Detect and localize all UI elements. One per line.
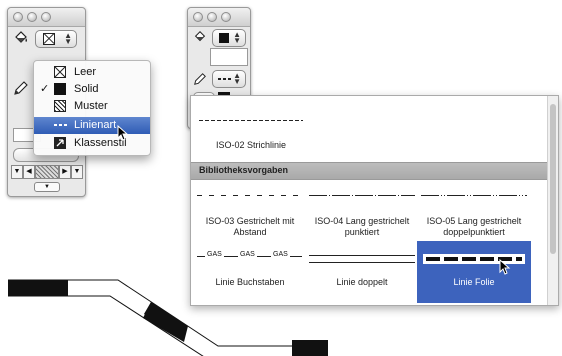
updown-arrows-icon: ▲ ▼	[233, 30, 241, 45]
line-segment	[197, 256, 205, 257]
previous-icon[interactable]: ◀	[23, 165, 35, 179]
fill-style-menu: Leer ✓ Solid Muster Linienart Klassensti…	[33, 60, 151, 156]
pencil-icon	[14, 81, 28, 95]
menu-item-label: Leer	[74, 66, 97, 78]
line-sample-iso04[interactable]	[309, 195, 415, 196]
class-style-icon	[54, 137, 66, 149]
line-label-iso03: ISO-03 Gestrichelt mit Abstand	[197, 216, 303, 238]
solid-fill-swatch-icon	[219, 33, 229, 43]
stepper-down-button[interactable]: ▼	[11, 165, 23, 179]
line-label-folie: Linie Folie	[453, 277, 495, 287]
line-style-popup[interactable]: ▲ ▼	[212, 70, 246, 88]
fill-style-popup[interactable]: ▲ ▼	[35, 30, 77, 48]
label-line-2: doppelpunktiert	[443, 227, 505, 237]
menu-item-linienart[interactable]: Linienart	[34, 117, 150, 134]
palette-titlebar[interactable]	[188, 8, 250, 27]
mouse-cursor-icon	[499, 259, 511, 275]
updown-arrows-icon: ▲ ▼	[233, 71, 241, 86]
menu-item-label: Solid	[74, 83, 99, 95]
menu-item-muster[interactable]: Muster	[34, 98, 150, 115]
opacity-controls: ▼ ◀ ▶ ▼	[11, 165, 83, 179]
fill-color-well[interactable]	[210, 48, 248, 66]
menu-item-label: Linienart	[74, 119, 117, 131]
vertical-scrollbar[interactable]	[547, 96, 558, 305]
minimize-button[interactable]	[27, 12, 37, 22]
scrollbar-thumb[interactable]	[550, 104, 556, 254]
foil-segment-4	[292, 340, 328, 356]
gas-text-1: GAS	[207, 251, 222, 258]
pattern-icon[interactable]	[35, 165, 59, 179]
menu-item-label: Muster	[74, 100, 108, 112]
line-label-iso04: ISO-04 Lang gestrichelt punktiert	[309, 216, 415, 238]
label-line-2: punktiert	[344, 227, 380, 237]
line-sample-iso03[interactable]	[197, 195, 303, 196]
empty-box-icon	[54, 66, 66, 78]
menu-item-solid[interactable]: ✓ Solid	[34, 81, 150, 98]
line-segment	[257, 256, 271, 257]
section-header: Bibliotheksvorgaben	[191, 162, 548, 180]
line-tile-folie-selected[interactable]: Linie Folie	[417, 241, 531, 303]
foil-segment-1	[8, 280, 68, 296]
line-segment	[290, 256, 302, 257]
next-icon[interactable]: ▶	[59, 165, 71, 179]
line-sample-iso05[interactable]	[421, 195, 527, 196]
gas-text-3: GAS	[273, 251, 288, 258]
empty-fill-swatch-icon	[43, 33, 55, 45]
label-line-1: ISO-04 Lang gestrichelt	[314, 216, 410, 226]
dashed-line-icon	[54, 124, 67, 126]
collapse-button[interactable]: ▼	[34, 182, 60, 192]
updown-arrows-icon: ▲ ▼	[64, 31, 72, 46]
palette-titlebar[interactable]	[8, 8, 85, 27]
foil-line-drawing	[8, 279, 328, 356]
minimize-button[interactable]	[207, 12, 217, 22]
label-line-2: Abstand	[233, 227, 267, 237]
line-sample-iso02[interactable]	[199, 120, 303, 121]
menu-item-klassenstil[interactable]: Klassenstil	[34, 135, 150, 152]
pencil-icon	[194, 73, 206, 85]
pattern-fill-icon	[54, 100, 66, 112]
dashed-line-swatch-icon	[218, 78, 232, 80]
fill-style-popup[interactable]: ▲ ▼	[212, 29, 246, 47]
menu-item-leer[interactable]: Leer	[34, 64, 150, 81]
label-line-1: ISO-05 Lang gestrichelt	[426, 216, 522, 226]
mouse-cursor-icon	[117, 125, 129, 141]
stepper-down-button-right[interactable]: ▼	[71, 165, 83, 179]
paint-bucket-icon	[15, 31, 27, 43]
close-button[interactable]	[193, 12, 203, 22]
line-sample-double[interactable]	[309, 255, 415, 263]
paint-bucket-icon	[194, 31, 206, 42]
label-line-1: ISO-03 Gestrichelt mit	[205, 216, 295, 226]
line-label-iso02: ISO-02 Strichlinie	[215, 140, 287, 150]
checkmark-icon: ✓	[40, 83, 50, 95]
close-button[interactable]	[13, 12, 23, 22]
solid-fill-icon	[54, 83, 66, 95]
line-sample-letters[interactable]: GAS GAS GAS	[197, 251, 303, 262]
line-segment	[224, 256, 238, 257]
section-header-label: Bibliotheksvorgaben	[199, 165, 289, 175]
line-label-iso05: ISO-05 Lang gestrichelt doppelpunktiert	[421, 216, 527, 238]
gas-text-2: GAS	[240, 251, 255, 258]
zoom-button[interactable]	[221, 12, 231, 22]
zoom-button[interactable]	[41, 12, 51, 22]
